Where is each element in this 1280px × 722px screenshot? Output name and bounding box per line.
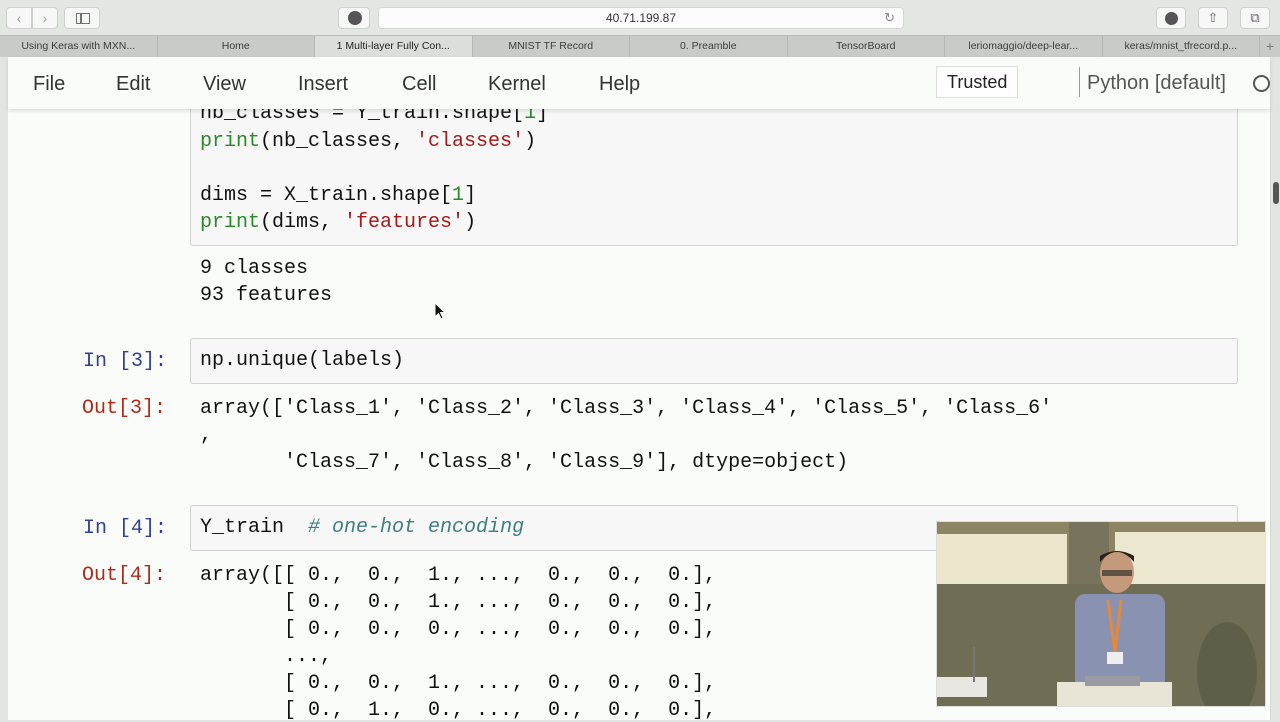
tabs-overview-button[interactable]: ⧉: [1240, 7, 1270, 29]
output-line: [ 0., 0., 1., ..., 0., 0., 0.],: [200, 672, 717, 695]
url-text: 40.71.199.87: [605, 11, 677, 25]
menu-edit[interactable]: Edit: [116, 73, 150, 96]
output-line: ,: [200, 424, 213, 447]
output-line: ...,: [200, 645, 333, 668]
speaker-video-overlay: [936, 521, 1266, 707]
forward-button[interactable]: ›: [32, 7, 58, 29]
speaker-video-frame: [937, 522, 1265, 706]
share-button[interactable]: ⇧: [1198, 7, 1228, 29]
sidebar-icon: [76, 13, 90, 24]
tab-multilayer[interactable]: 1 Multi-layer Fully Con...: [315, 36, 473, 57]
code-line: Y_train # one-hot encoding: [200, 516, 525, 539]
tabs-icon: ⧉: [1250, 10, 1260, 25]
tab-preamble[interactable]: 0. Preamble: [630, 36, 788, 57]
tab-bar: Using Keras with MXN... Home 1 Multi-lay…: [0, 35, 1280, 57]
trusted-badge[interactable]: Trusted: [936, 66, 1019, 98]
chevron-right-icon: ›: [42, 10, 48, 26]
extension-icon: [348, 11, 362, 25]
menu-file[interactable]: File: [33, 73, 65, 96]
divider: [1079, 67, 1080, 97]
chevron-left-icon: ‹: [16, 10, 22, 26]
output-line: 'Class_7', 'Class_8', 'Class_9'], dtype=…: [200, 451, 849, 474]
kernel-name: Python [default]: [1087, 72, 1226, 94]
output-line: [ 0., 1., 0., ..., 0., 0., 0.],: [200, 699, 717, 722]
downloads-button[interactable]: [1156, 7, 1186, 29]
output-line: array([[ 0., 0., 1., ..., 0., 0., 0.],: [200, 564, 717, 587]
menu-kernel[interactable]: Kernel: [488, 73, 546, 96]
tab-tensorboard[interactable]: TensorBoard: [788, 36, 945, 57]
input-prompt: In [3]:: [83, 350, 168, 373]
output-prompt: Out[3]:: [82, 397, 167, 420]
output-line: [ 0., 0., 0., ..., 0., 0., 0.],: [200, 618, 717, 641]
sidebar-toggle-button[interactable]: [64, 7, 100, 29]
url-bar[interactable]: 40.71.199.87 ↻: [378, 7, 904, 29]
menu-view[interactable]: View: [203, 73, 246, 96]
reload-icon[interactable]: ↻: [884, 8, 895, 28]
extension-button[interactable]: [338, 7, 370, 29]
kernel-idle-icon: [1253, 75, 1270, 92]
output-line: [ 0., 0., 1., ..., 0., 0., 0.],: [200, 591, 717, 614]
browser-toolbar: ‹ › 40.71.199.87 ↻ ⇧ ⧉: [0, 0, 1280, 35]
back-button[interactable]: ‹: [6, 7, 32, 29]
menu-insert[interactable]: Insert: [298, 73, 348, 96]
jupyter-menubar: File Edit View Insert Cell Kernel Help T…: [8, 57, 1270, 109]
share-icon: ⇧: [1207, 10, 1219, 25]
tab-mnist-tfrecord[interactable]: MNIST TF Record: [473, 36, 630, 57]
page-scrollbar[interactable]: [1270, 109, 1280, 720]
menu-help[interactable]: Help: [599, 73, 640, 96]
tab-home[interactable]: Home: [158, 36, 315, 57]
stdout-line: 93 features: [200, 284, 333, 307]
tab-keras-mnist-tfrecord[interactable]: keras/mnist_tfrecord.p...: [1103, 36, 1260, 57]
code-line: print(nb_classes, 'classes'): [200, 130, 537, 153]
menu-cell[interactable]: Cell: [402, 73, 436, 96]
new-tab-button[interactable]: +: [1260, 36, 1280, 57]
code-line: np.unique(labels): [200, 349, 405, 372]
mouse-cursor-icon: [434, 302, 446, 320]
tab-keras-mxnet[interactable]: Using Keras with MXN...: [0, 36, 158, 57]
output-line: array(['Class_1', 'Class_2', 'Class_3', …: [200, 397, 1053, 420]
code-line: dims = X_train.shape[1]: [200, 184, 477, 207]
stdout-line: 9 classes: [200, 257, 309, 280]
input-prompt: In [4]:: [83, 517, 168, 540]
tab-github-repo[interactable]: leriomaggio/deep-lear...: [945, 36, 1103, 57]
download-icon: [1164, 12, 1178, 25]
code-line: print(dims, 'features'): [200, 211, 477, 234]
scrollbar-thumb[interactable]: [1273, 182, 1279, 204]
output-prompt: Out[4]:: [82, 564, 167, 587]
